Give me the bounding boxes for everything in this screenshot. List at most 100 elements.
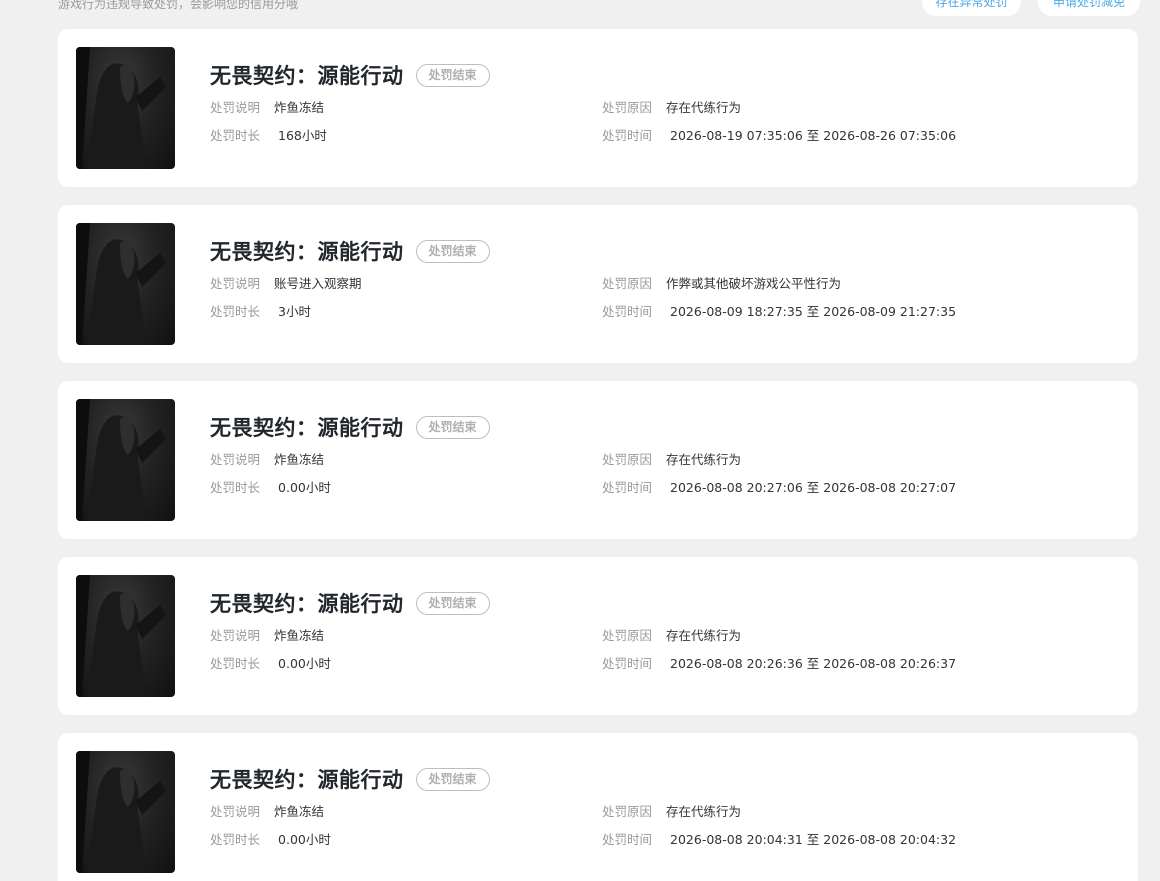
description-value: 炸鱼冻结 (274, 804, 325, 819)
game-title: 无畏契约：源能行动 (210, 416, 404, 440)
punishment-reason: 处罚原因 存在代练行为 (602, 452, 741, 468)
to-label: 至 (806, 832, 820, 847)
punishment-duration: 处罚时长 0.00小时 (210, 832, 331, 848)
punishment-reason: 处罚原因 作弊或其他破坏游戏公平性行为 (602, 276, 841, 292)
duration-value: 3小时 (278, 304, 311, 319)
end-time: 2026-08-08 20:26:37 (823, 656, 957, 671)
punishment-card[interactable]: 无畏契约：源能行动 处罚结束 处罚说明 炸鱼冻结 处罚时长 168小时 处罚原因 存在… (58, 29, 1138, 187)
punishment-records-page: 游戏行为违规导致处罚，会影响您的信用分哦 存在异常处罚 申请处罚减免 无畏契约：… (0, 0, 1160, 881)
duration-label: 处罚时长 (210, 128, 261, 143)
reason-value: 存在代练行为 (666, 452, 742, 467)
time-value: 2026-08-09 18:27:35 至 2026-08-09 21:27:3… (670, 304, 956, 319)
time-label: 处罚时间 (602, 304, 653, 319)
time-label: 处罚时间 (602, 656, 653, 671)
description-value: 炸鱼冻结 (274, 452, 325, 467)
abnormal-punishment-button[interactable]: 存在异常处罚 (922, 0, 1021, 16)
description-label: 处罚说明 (210, 452, 261, 467)
punishment-description: 处罚说明 账号进入观察期 (210, 276, 362, 292)
end-time: 2026-08-09 21:27:35 (823, 304, 957, 319)
start-time: 2026-08-08 20:04:31 (670, 832, 803, 847)
time-value: 2026-08-08 20:26:36 至 2026-08-08 20:26:3… (670, 656, 956, 671)
punishment-description: 处罚说明 炸鱼冻结 (210, 804, 324, 820)
duration-value: 168小时 (278, 128, 327, 143)
reason-label: 处罚原因 (602, 100, 653, 115)
end-time: 2026-08-08 20:04:32 (823, 832, 957, 847)
punishment-time: 处罚时间 2026-08-08 20:04:31 至 2026-08-08 20:… (602, 832, 956, 848)
punishment-card[interactable]: 无畏契约：源能行动 处罚结束 处罚说明 账号进入观察期 处罚时长 3小时 处罚原因作… (58, 205, 1138, 363)
description-label: 处罚说明 (210, 276, 261, 291)
end-time: 2026-08-08 20:27:07 (823, 480, 957, 495)
punishment-duration: 处罚时长 3小时 (210, 304, 311, 320)
reason-label: 处罚原因 (602, 628, 653, 643)
punishment-card[interactable]: 无畏契约：源能行动 处罚结束 处罚说明 炸鱼冻结 处罚时长 0.00小时 处罚原因存… (58, 557, 1138, 715)
title-row: 无畏契约：源能行动 处罚结束 (210, 413, 490, 441)
reason-label: 处罚原因 (602, 276, 653, 291)
description-value: 炸鱼冻结 (274, 628, 325, 643)
end-time: 2026-08-26 07:35:06 (823, 128, 957, 143)
start-time: 2026-08-08 20:27:06 (670, 480, 803, 495)
status-badge: 处罚结束 (415, 415, 490, 439)
credit-notice: 游戏行为违规导致处罚，会影响您的信用分哦 (58, 0, 299, 11)
punishment-reason: 处罚原因 存在代练行为 (602, 804, 741, 820)
time-label: 处罚时间 (602, 480, 653, 495)
time-label: 处罚时间 (602, 832, 653, 847)
reason-value: 存在代练行为 (666, 100, 742, 115)
apply-reduction-button[interactable]: 申请处罚减免 (1038, 0, 1140, 16)
description-value: 炸鱼冻结 (274, 100, 325, 115)
start-time: 2026-08-09 18:27:35 (670, 304, 803, 319)
punishment-duration: 处罚时长 0.00小时 (210, 656, 331, 672)
time-label: 处罚时间 (602, 128, 653, 143)
to-label: 至 (806, 480, 820, 495)
description-label: 处罚说明 (210, 100, 261, 115)
duration-value: 0.00小时 (278, 480, 331, 495)
time-value: 2026-08-08 20:04:31 至 2026-08-08 20:04:3… (670, 832, 956, 847)
game-title: 无畏契约：源能行动 (210, 240, 404, 264)
reason-label: 处罚原因 (602, 452, 653, 467)
title-row: 无畏契约：源能行动 处罚结束 (210, 61, 490, 89)
punishment-reason: 处罚原因 存在代练行为 (602, 628, 741, 644)
game-cover-image (76, 751, 175, 873)
description-value: 账号进入观察期 (274, 276, 362, 291)
game-cover-image (76, 47, 175, 169)
game-title: 无畏契约：源能行动 (210, 768, 404, 792)
punishment-time: 处罚时间 2026-08-08 20:26:36 至 2026-08-08 20:… (602, 656, 956, 672)
game-title: 无畏契约：源能行动 (210, 64, 404, 88)
reason-value: 作弊或其他破坏游戏公平性行为 (666, 276, 842, 291)
game-cover-image (76, 223, 175, 345)
game-title: 无畏契约：源能行动 (210, 592, 404, 616)
punishment-description: 处罚说明 炸鱼冻结 (210, 100, 324, 116)
to-label: 至 (806, 656, 820, 671)
duration-value: 0.00小时 (278, 832, 331, 847)
game-cover-image (76, 575, 175, 697)
duration-label: 处罚时长 (210, 480, 261, 495)
punishment-description: 处罚说明 炸鱼冻结 (210, 452, 324, 468)
description-label: 处罚说明 (210, 628, 261, 643)
start-time: 2026-08-08 20:26:36 (670, 656, 803, 671)
start-time: 2026-08-19 07:35:06 (670, 128, 803, 143)
time-value: 2026-08-19 07:35:06 至 2026-08-26 07:35:0… (670, 128, 956, 143)
reason-value: 存在代练行为 (666, 804, 742, 819)
duration-label: 处罚时长 (210, 656, 261, 671)
duration-label: 处罚时长 (210, 832, 261, 847)
reason-value: 存在代练行为 (666, 628, 742, 643)
status-badge: 处罚结束 (415, 239, 490, 263)
to-label: 至 (806, 304, 820, 319)
punishment-list: 无畏契约：源能行动 处罚结束 处罚说明 炸鱼冻结 处罚时长 168小时 处罚原因 存在… (58, 29, 1138, 881)
punishment-duration: 处罚时长 0.00小时 (210, 480, 331, 496)
duration-label: 处罚时长 (210, 304, 261, 319)
duration-value: 0.00小时 (278, 656, 331, 671)
game-cover-image (76, 399, 175, 521)
punishment-description: 处罚说明 炸鱼冻结 (210, 628, 324, 644)
punishment-card[interactable]: 无畏契约：源能行动 处罚结束 处罚说明 炸鱼冻结 处罚时长 0.00小时 处罚原因存… (58, 381, 1138, 539)
status-badge: 处罚结束 (415, 591, 490, 615)
punishment-reason: 处罚原因 存在代练行为 (602, 100, 741, 116)
punishment-duration: 处罚时长 168小时 (210, 128, 327, 144)
punishment-time: 处罚时间 2026-08-19 07:35:06 至 2026-08-26 07:… (602, 128, 956, 144)
description-label: 处罚说明 (210, 804, 261, 819)
punishment-card[interactable]: 无畏契约：源能行动 处罚结束 处罚说明 炸鱼冻结 处罚时长 0.00小时 处罚原因存… (58, 733, 1138, 881)
title-row: 无畏契约：源能行动 处罚结束 (210, 589, 490, 617)
status-badge: 处罚结束 (415, 63, 490, 87)
title-row: 无畏契约：源能行动 处罚结束 (210, 765, 490, 793)
status-badge: 处罚结束 (415, 767, 490, 791)
punishment-time: 处罚时间 2026-08-09 18:27:35 至 2026-08-09 21:… (602, 304, 956, 320)
